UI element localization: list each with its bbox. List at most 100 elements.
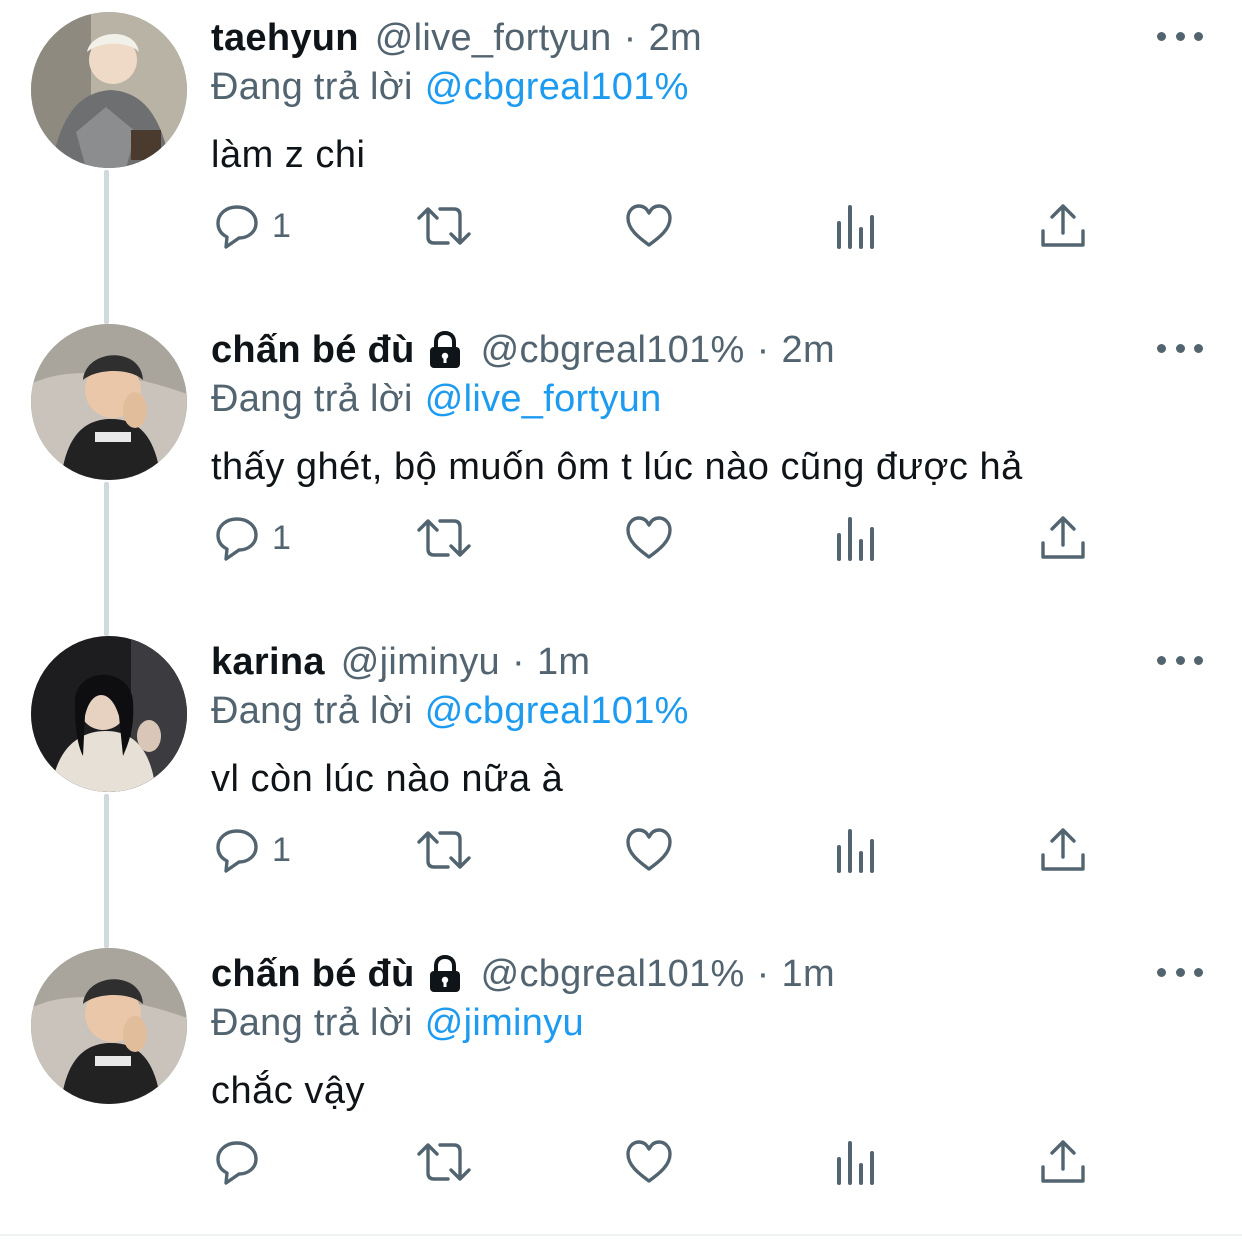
tweet-header: chấn bé đù @cbgreal101% · 2m — [211, 324, 835, 376]
avatar-photo — [31, 12, 187, 168]
username[interactable]: @cbgreal101% — [481, 329, 745, 372]
lock-icon — [429, 954, 460, 992]
divider — [0, 1234, 1242, 1236]
reply-button[interactable] — [212, 1132, 272, 1192]
analytics-button[interactable] — [832, 820, 882, 880]
like-button[interactable] — [624, 820, 674, 880]
share-icon — [1041, 828, 1085, 871]
share-icon — [1041, 204, 1085, 247]
replying-to-link[interactable]: @jiminyu — [425, 1002, 584, 1044]
analytics-button[interactable] — [832, 508, 882, 568]
analytics-button[interactable] — [832, 1132, 882, 1192]
more-options-icon[interactable] — [1157, 962, 1203, 982]
like-icon — [626, 204, 672, 247]
reply-count: 1 — [272, 206, 291, 245]
tweet[interactable]: karina @jiminyu · 1m Đang trả lời @cbgrea… — [0, 624, 1242, 936]
share-icon — [1041, 516, 1085, 559]
like-icon — [626, 1140, 672, 1183]
tweet-header: chấn bé đù @cbgreal101% · 1m — [211, 948, 835, 1000]
tweet-text: làm z chi — [211, 134, 366, 176]
timestamp[interactable]: 1m — [537, 641, 590, 684]
reply-button[interactable]: 1 — [212, 196, 291, 256]
replying-to: Đang trả lời @cbgreal101% — [211, 690, 689, 733]
tweet-text: vl còn lúc nào nữa à — [211, 758, 564, 800]
avatar[interactable] — [31, 324, 187, 480]
timestamp[interactable]: 1m — [782, 953, 835, 996]
lock-icon — [429, 330, 460, 368]
action-bar: 1 — [0, 196, 1242, 256]
like-button[interactable] — [624, 196, 674, 256]
tweet[interactable]: taehyun @live_fortyun · 2m Đang trả lời @… — [0, 0, 1242, 312]
like-button[interactable] — [624, 508, 674, 568]
analytics-icon — [837, 1141, 874, 1185]
replying-to-link[interactable]: @live_fortyun — [425, 378, 662, 420]
like-icon — [626, 828, 672, 871]
username[interactable]: @cbgreal101% — [481, 953, 745, 996]
retweet-icon — [417, 1143, 471, 1181]
replying-to-link[interactable]: @cbgreal101% — [425, 690, 689, 732]
reply-icon — [216, 205, 258, 249]
reply-icon — [216, 1141, 258, 1185]
avatar[interactable] — [31, 948, 187, 1104]
replying-to-label: Đang trả lời — [211, 690, 413, 732]
avatar-photo — [31, 636, 187, 792]
action-bar: 1 — [0, 508, 1242, 568]
retweet-icon — [417, 207, 471, 245]
display-name[interactable]: taehyun — [211, 17, 359, 60]
username[interactable]: @jiminyu — [341, 641, 500, 684]
reply-button[interactable]: 1 — [212, 508, 291, 568]
replying-to-label: Đang trả lời — [211, 378, 413, 420]
username[interactable]: @live_fortyun — [375, 17, 612, 60]
timestamp[interactable]: 2m — [782, 329, 835, 372]
more-options-icon[interactable] — [1157, 650, 1203, 670]
separator: · — [623, 16, 637, 59]
tweet-header: taehyun @live_fortyun · 2m — [211, 12, 702, 64]
tweet[interactable]: chấn bé đù @cbgreal101% · 1m Đang trả lờ… — [0, 936, 1242, 1248]
reply-button[interactable]: 1 — [212, 820, 291, 880]
avatar-photo — [31, 324, 187, 480]
like-button[interactable] — [624, 1132, 674, 1192]
reply-count: 1 — [272, 830, 291, 869]
share-button[interactable] — [1038, 508, 1088, 568]
like-icon — [626, 516, 672, 559]
replying-to-label: Đang trả lời — [211, 66, 413, 108]
retweet-button[interactable] — [416, 196, 472, 256]
share-button[interactable] — [1038, 196, 1088, 256]
retweet-button[interactable] — [416, 820, 472, 880]
retweet-button[interactable] — [416, 508, 472, 568]
avatar[interactable] — [31, 12, 187, 168]
replying-to-label: Đang trả lời — [211, 1002, 413, 1044]
tweet-text: chắc vậy — [211, 1070, 365, 1112]
share-icon — [1041, 1140, 1085, 1183]
analytics-button[interactable] — [832, 196, 882, 256]
tweet-text: thấy ghét, bộ muốn ôm t lúc nào cũng đượ… — [211, 446, 1023, 488]
display-name[interactable]: chấn bé đù — [211, 329, 415, 372]
reply-count: 1 — [272, 518, 291, 557]
avatar-photo — [31, 948, 187, 1104]
analytics-icon — [837, 829, 874, 873]
retweet-icon — [417, 519, 471, 557]
reply-icon — [216, 829, 258, 873]
action-bar: 1 — [0, 820, 1242, 880]
separator: · — [756, 328, 770, 371]
retweet-icon — [417, 831, 471, 869]
replying-to: Đang trả lời @live_fortyun — [211, 378, 662, 421]
timestamp[interactable]: 2m — [649, 17, 702, 60]
share-button[interactable] — [1038, 1132, 1088, 1192]
tweet[interactable]: chấn bé đù @cbgreal101% · 2m Đang trả lờ… — [0, 312, 1242, 624]
replying-to: Đang trả lời @jiminyu — [211, 1002, 584, 1045]
display-name[interactable]: karina — [211, 641, 325, 684]
retweet-button[interactable] — [416, 1132, 472, 1192]
reply-icon — [216, 517, 258, 561]
display-name[interactable]: chấn bé đù — [211, 953, 415, 996]
more-options-icon[interactable] — [1157, 338, 1203, 358]
analytics-icon — [837, 517, 874, 561]
more-options-icon[interactable] — [1157, 26, 1203, 46]
avatar[interactable] — [31, 636, 187, 792]
separator: · — [756, 952, 770, 995]
share-button[interactable] — [1038, 820, 1088, 880]
analytics-icon — [837, 205, 874, 249]
tweet-header: karina @jiminyu · 1m — [211, 636, 590, 688]
separator: · — [512, 640, 525, 683]
replying-to-link[interactable]: @cbgreal101% — [425, 66, 689, 108]
